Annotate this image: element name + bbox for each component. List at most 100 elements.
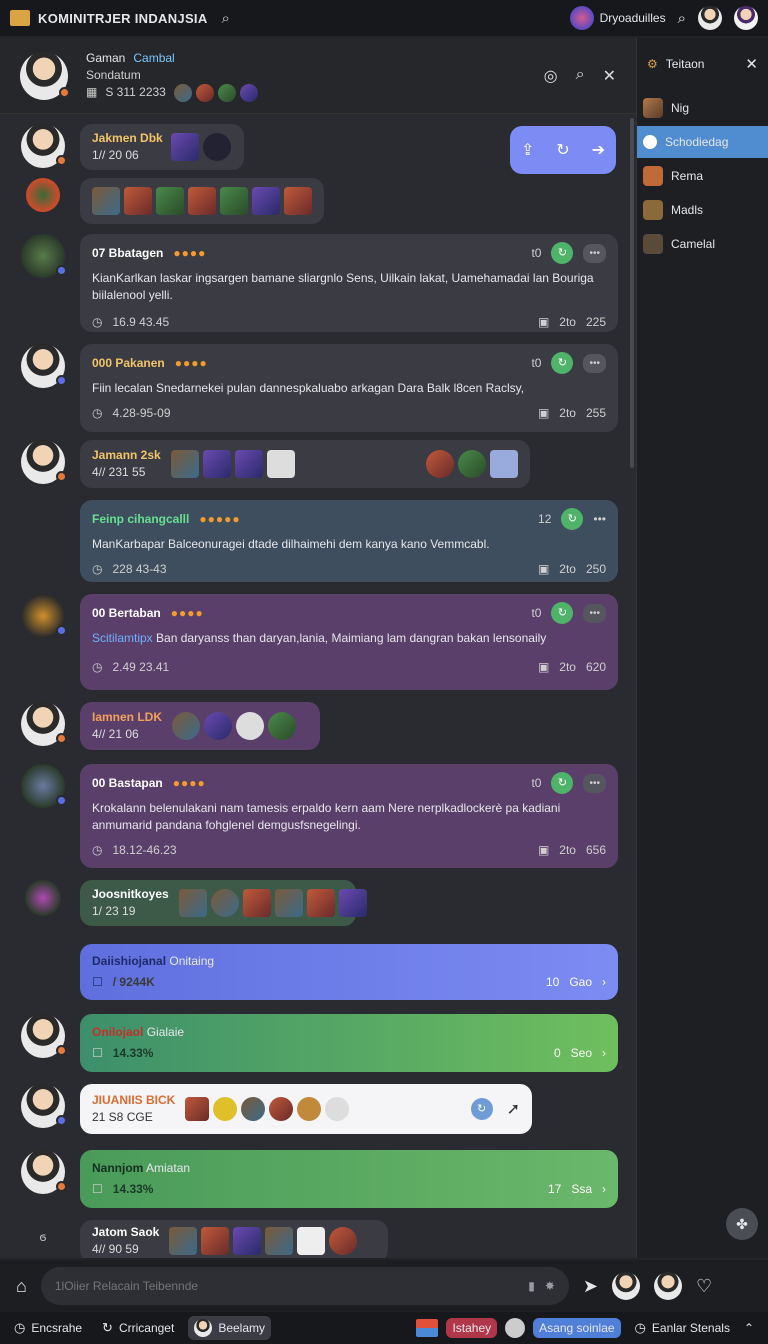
send-button[interactable]: ⇪ ↻ ➔ — [510, 126, 616, 174]
list-item: 000 Pakanen ●●●● t0 ↻ ••• Fiin lecalan Sned… — [20, 344, 618, 432]
avatar[interactable] — [26, 178, 60, 212]
list-item — [20, 178, 324, 224]
panel-item-label: Camelal — [671, 237, 716, 251]
checkbox[interactable]: ☐ — [92, 1181, 103, 1198]
bottom-item[interactable]: ◷ Encsrahe — [8, 1317, 88, 1339]
close-icon[interactable]: ✕ — [603, 66, 616, 86]
reply-count: t0 — [531, 245, 542, 260]
panel-item[interactable]: Madls — [637, 194, 768, 226]
profile-chip[interactable]: Dryoaduilles — [569, 6, 666, 30]
view-count: 656 — [585, 843, 606, 857]
more-icon[interactable]: ••• — [583, 353, 606, 373]
avatar[interactable] — [734, 6, 758, 30]
avatar[interactable] — [698, 6, 722, 30]
count: 10 — [545, 975, 560, 989]
search-icon[interactable]: ⌕ — [576, 66, 585, 86]
message-text: ManKarbapar Balceonuragei dtade dilhaime… — [92, 537, 490, 551]
bottom-item[interactable]: Istahey — [446, 1318, 498, 1338]
avatar[interactable] — [21, 234, 67, 278]
check-icon[interactable]: ↻ — [551, 352, 574, 374]
avatar[interactable] — [21, 344, 67, 388]
bottom-item[interactable]: ↻ Crricanget — [96, 1317, 180, 1339]
avatar[interactable] — [653, 1272, 682, 1300]
close-icon[interactable]: ✕ — [745, 55, 758, 73]
view-count: 225 — [585, 315, 606, 329]
home-icon[interactable]: ⌂ — [16, 1276, 27, 1297]
list-item: Joosnitkoyes 1/ 23 19 — [20, 880, 367, 926]
checkbox[interactable]: ☐ — [92, 1045, 103, 1062]
message-input[interactable] — [54, 1279, 529, 1293]
timestamp: 4.28-95-09 — [112, 406, 171, 420]
avatar[interactable] — [21, 702, 67, 746]
panel-item[interactable]: Camelal — [637, 228, 768, 260]
avatar[interactable] — [25, 880, 61, 916]
avatar[interactable] — [611, 1272, 640, 1300]
avatar[interactable] — [21, 1150, 67, 1194]
check-icon[interactable]: ↻ — [551, 242, 574, 264]
image-icon: ▣ — [537, 843, 550, 857]
sender-name: Feinp cihangcalll — [92, 511, 190, 526]
list-item: Jakmen Dbk 1// 20 06 — [20, 124, 244, 170]
message-input-box[interactable]: ▮ ✸ — [40, 1267, 569, 1305]
send-icon[interactable]: ➤ — [583, 1276, 598, 1297]
view-count: 250 — [585, 562, 606, 576]
sender-name: JIUANIIS BICK — [92, 1093, 176, 1107]
heart-icon[interactable]: ♡ — [696, 1276, 712, 1297]
bottom-item[interactable]: Asang soinlae — [533, 1318, 621, 1338]
checkbox[interactable]: ☐ — [92, 974, 103, 991]
panel-item[interactable]: Nig — [637, 92, 768, 124]
more-icon[interactable]: ••• — [583, 603, 606, 623]
check-icon[interactable]: ↻ — [551, 602, 574, 624]
list-item[interactable]: Nannjom Amiatan ☐ 14.33% 17 Ssa › — [20, 1150, 618, 1208]
sender-name: Daiishiojanal — [92, 954, 167, 968]
list-item[interactable]: Onilojaol Gialaie ☐ 14.33% 0 Seo › — [20, 1014, 618, 1072]
chevron-right-icon: › — [602, 975, 606, 989]
avatar[interactable] — [21, 1084, 67, 1128]
target-icon[interactable]: ◎ — [544, 66, 558, 86]
avatar[interactable] — [21, 124, 67, 168]
refresh-icon[interactable]: ↻ — [561, 508, 584, 530]
emoji-icon[interactable]: ✸ — [545, 1279, 555, 1293]
clock-icon: ◷ — [92, 660, 103, 674]
avatar[interactable] — [21, 1014, 67, 1058]
chevron-up-icon[interactable]: ⌃ — [744, 1321, 754, 1335]
unit: Gao — [569, 975, 592, 989]
view-count: 620 — [585, 660, 606, 674]
panel-item[interactable]: Rema — [637, 160, 768, 192]
check-icon[interactable]: ↻ — [551, 772, 574, 794]
chat-panel: Gaman Cambal Sondatum ▦ S 311 2233 ◎ ⌕ ✕ J… — [0, 38, 636, 1258]
avatar[interactable] — [21, 440, 67, 484]
avatar[interactable] — [505, 1318, 526, 1338]
bottom-item[interactable]: ◷ Eanlar Stenals — [629, 1317, 736, 1339]
reply-count: 12 — [538, 511, 552, 526]
avatar[interactable] — [20, 51, 70, 100]
bottom-item-label: Beelamy — [218, 1321, 265, 1335]
unit: Seo — [570, 1046, 592, 1060]
search-icon[interactable]: ⌕ — [222, 10, 230, 27]
search-icon[interactable]: ⌕ — [678, 10, 686, 27]
avatar[interactable] — [21, 764, 67, 808]
sender-name: Onilojaol — [92, 1025, 144, 1039]
game-icon[interactable]: ✤ — [726, 1208, 758, 1240]
panel-item-label: Nig — [671, 101, 690, 115]
scrollbar[interactable] — [630, 118, 634, 468]
avatar[interactable] — [21, 594, 67, 638]
more-icon[interactable]: ••• — [593, 511, 606, 528]
more-icon[interactable]: ••• — [583, 773, 606, 793]
tag: Amiatan — [146, 1161, 191, 1175]
sender-name: 000 Pakanen — [92, 355, 165, 370]
reaction-count: 2to — [559, 660, 576, 674]
more-icon[interactable]: ••• — [583, 243, 606, 263]
attach-icon[interactable]: ▮ — [528, 1279, 535, 1293]
reply-icon[interactable]: ↻ — [470, 1098, 493, 1120]
list-item: 00 Bertaban ●●●● t0 ↻ ••• Scitilamtipx Ban … — [20, 594, 618, 690]
count: 0 — [553, 1046, 561, 1060]
share-icon[interactable]: ➚ — [507, 1101, 520, 1118]
bottom-item[interactable]: Beelamy — [188, 1316, 271, 1340]
panel-item[interactable]: Schodiedag — [637, 126, 768, 158]
list-item: Feinp cihangcalll ●●●●● 12 ↻ ••• ManKarbapa… — [20, 500, 618, 582]
list-item[interactable]: Daiishiojanal Onitaing ☐ / 9244K 10 Gao › — [20, 944, 618, 1000]
message-text: Fiin lecalan Snedarnekei pulan dannespka… — [92, 381, 525, 395]
timestamp: 4// 90 59 — [92, 1242, 139, 1256]
mention[interactable]: Scitilamtipx — [92, 631, 153, 645]
